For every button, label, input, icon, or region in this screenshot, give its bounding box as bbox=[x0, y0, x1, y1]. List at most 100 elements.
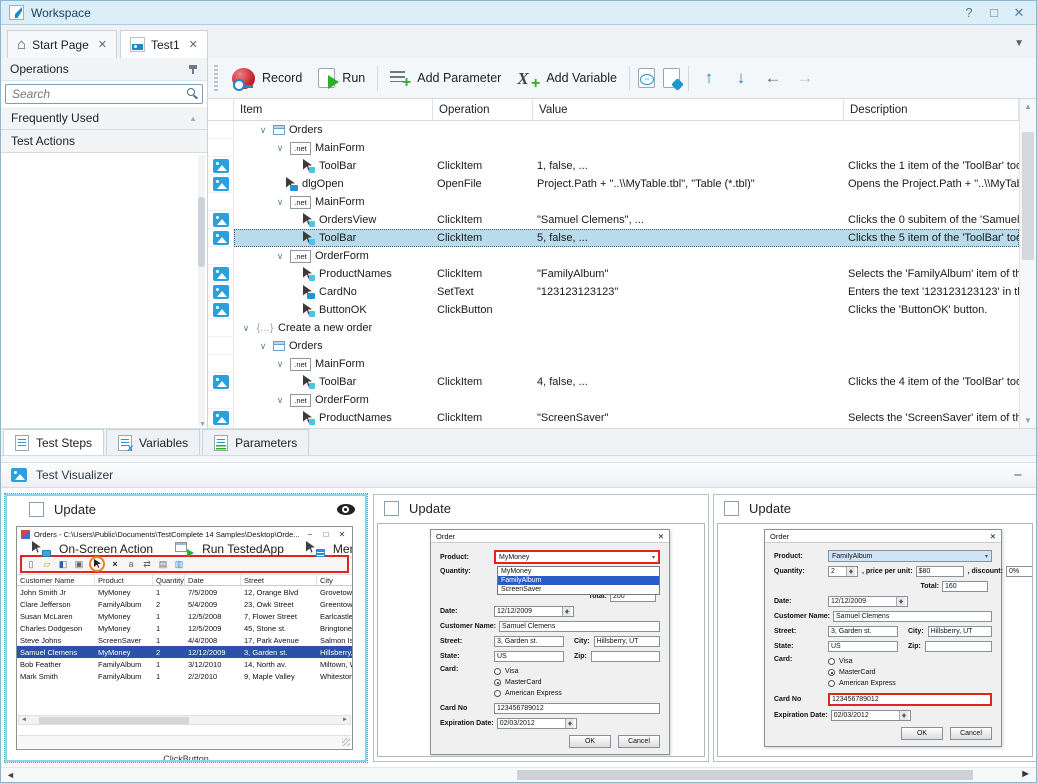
grid-row-toolbar[interactable]: ToolBarClickItem5, false, ...Clicks the … bbox=[208, 229, 1019, 247]
visualizer-image-icon[interactable] bbox=[213, 177, 229, 191]
visualizer-image-icon[interactable] bbox=[213, 285, 229, 299]
minimize-visualizer-button[interactable]: − bbox=[1010, 467, 1026, 484]
expand-arrow-icon[interactable]: ∨ bbox=[240, 323, 252, 334]
visualizer-frame-3[interactable]: Update Order✕Product:FamilyAlbum▾Quantit… bbox=[713, 494, 1037, 762]
grid-row-mainform[interactable]: ∨.netMainForm bbox=[208, 355, 1019, 373]
sidebar-item-menu-action[interactable]: Menu Action bbox=[297, 538, 353, 560]
move-up-button[interactable]: ↑ bbox=[697, 68, 721, 88]
grid-row-orders[interactable]: ∨Orders bbox=[208, 121, 1019, 139]
expand-arrow-icon[interactable]: ∨ bbox=[274, 395, 286, 406]
help-button[interactable]: ? bbox=[960, 5, 978, 20]
scroll-down-icon[interactable]: ▼ bbox=[1020, 416, 1036, 425]
grid-gutter-cell bbox=[208, 247, 234, 265]
grid-row-orderform[interactable]: ∨.netOrderForm bbox=[208, 247, 1019, 265]
tab-parameters[interactable]: Parameters bbox=[202, 429, 309, 455]
scroll-up-icon[interactable]: ▲ bbox=[1020, 102, 1036, 111]
grid-row-create-a-new-order[interactable]: ∨{…}Create a new order bbox=[208, 319, 1019, 337]
tab-test1[interactable]: Test1 ✕ bbox=[120, 30, 208, 58]
search-input[interactable] bbox=[5, 84, 203, 104]
app-table-cell: 2 bbox=[153, 648, 185, 657]
forward-button[interactable]: → bbox=[793, 68, 817, 88]
grid-row-buttonok[interactable]: ButtonOKClickButtonClicks the 'ButtonOK'… bbox=[208, 301, 1019, 319]
window-titlebar: Workspace ? □ ✕ bbox=[1, 1, 1036, 25]
app-table-cell: FamilyAlbum bbox=[95, 600, 153, 609]
radio-label: MasterCard bbox=[839, 669, 876, 676]
group-frequently-used[interactable]: Frequently Used ▲ bbox=[1, 107, 207, 130]
group-test-actions[interactable]: Test Actions bbox=[1, 130, 207, 153]
close-button[interactable]: ✕ bbox=[1010, 5, 1028, 21]
column-item[interactable]: Item bbox=[234, 99, 433, 120]
grid-row-cardno[interactable]: CardNoSetText"123123123123"Enters the te… bbox=[208, 283, 1019, 301]
grid-vertical-scrollbar[interactable]: ▲ ▼ bbox=[1019, 99, 1036, 428]
grid-row-productnames[interactable]: ProductNamesClickItem"FamilyAlbum"Select… bbox=[208, 265, 1019, 283]
visualizer-image-icon[interactable] bbox=[213, 213, 229, 227]
tab-test-steps[interactable]: Test Steps bbox=[3, 429, 104, 455]
grid-row-mainform[interactable]: ∨.netMainForm bbox=[208, 139, 1019, 157]
radio-mastercard: MasterCard bbox=[828, 667, 896, 678]
sidebar-scrollbar[interactable] bbox=[198, 155, 205, 426]
visualizer-image-icon[interactable] bbox=[213, 159, 229, 173]
grid-row-ordersview[interactable]: OrdersViewClickItem"Samuel Clemens", ...… bbox=[208, 211, 1019, 229]
scroll-right-icon[interactable]: ► bbox=[1020, 768, 1031, 780]
visualizer-frame-2[interactable]: Update Order✕Product:MyMoney▾MyMoneyFami… bbox=[373, 494, 709, 762]
dialog-field-value: 0% bbox=[1009, 568, 1019, 575]
grid-row-toolbar[interactable]: ToolBarClickItem1, false, ...Clicks the … bbox=[208, 157, 1019, 175]
column-operation[interactable]: Operation bbox=[433, 99, 533, 120]
app-table-cell: 7, Flower Street bbox=[241, 612, 317, 621]
run-button[interactable]: Run bbox=[314, 65, 369, 91]
column-description[interactable]: Description bbox=[844, 99, 1019, 120]
product-value: MyMoney bbox=[499, 554, 652, 561]
update-checkbox[interactable] bbox=[384, 501, 399, 516]
visualizer-image-icon[interactable] bbox=[213, 267, 229, 281]
close-tab-icon[interactable]: ✕ bbox=[189, 38, 198, 51]
update-checkbox[interactable] bbox=[29, 502, 44, 517]
toolbar-grip[interactable] bbox=[214, 65, 218, 91]
scroll-up-icon[interactable]: ▲ bbox=[189, 114, 197, 123]
grid-row-mainform[interactable]: ∨.netMainForm bbox=[208, 193, 1019, 211]
add-variable-button[interactable]: X Add Variable bbox=[513, 66, 621, 90]
expand-arrow-icon[interactable]: ∨ bbox=[257, 125, 269, 136]
visualizer-image-icon[interactable] bbox=[213, 231, 229, 245]
expand-arrow-icon[interactable]: ∨ bbox=[257, 341, 269, 352]
move-down-button[interactable]: ↓ bbox=[729, 68, 753, 88]
update-checkbox[interactable] bbox=[724, 501, 739, 516]
close-tab-icon[interactable]: ✕ bbox=[98, 38, 107, 51]
grid-cell-value: "FamilyAlbum" bbox=[533, 265, 844, 283]
grid-cell-operation: ClickItem bbox=[433, 409, 533, 427]
sidebar-item-label: Run TestedApp bbox=[202, 542, 284, 556]
comment-document-icon[interactable] bbox=[638, 68, 655, 88]
maximize-button[interactable]: □ bbox=[985, 5, 1003, 20]
tab-variables[interactable]: Variables bbox=[106, 429, 200, 455]
pin-icon[interactable] bbox=[188, 64, 198, 75]
visualizer-image-icon[interactable] bbox=[213, 303, 229, 317]
item-label: Orders bbox=[289, 340, 323, 352]
back-button[interactable]: ← bbox=[761, 68, 785, 88]
add-parameter-button[interactable]: Add Parameter bbox=[386, 66, 505, 90]
grid-row-productnames[interactable]: ProductNamesClickItem"ScreenSaver"Select… bbox=[208, 409, 1019, 427]
record-button[interactable]: Record bbox=[228, 65, 306, 92]
scroll-left-icon[interactable]: ◄ bbox=[6, 770, 15, 780]
sidebar-item-run-testedapp[interactable]: Run TestedApp bbox=[166, 538, 284, 560]
expand-arrow-icon[interactable]: ∨ bbox=[274, 197, 286, 208]
preview-eye-icon[interactable] bbox=[337, 504, 355, 515]
expand-arrow-icon[interactable]: ∨ bbox=[274, 251, 286, 262]
grid-row-orders[interactable]: ∨ Orders bbox=[208, 337, 1019, 355]
visualizer-image-icon[interactable] bbox=[213, 375, 229, 389]
scrollbar-thumb[interactable] bbox=[517, 770, 973, 780]
grid-row-toolbar[interactable]: ToolBarClickItem4, false, ...Clicks the … bbox=[208, 373, 1019, 391]
app-table-cell: Greentown, CA bbox=[317, 600, 352, 609]
card-no-label: Card No bbox=[440, 705, 494, 712]
scroll-down-icon[interactable]: ▼ bbox=[199, 421, 206, 428]
tab-overflow-chevron[interactable]: ▼ bbox=[1014, 38, 1024, 49]
tag-document-icon[interactable] bbox=[663, 68, 680, 88]
grid-row-orderform[interactable]: ∨.netOrderForm bbox=[208, 391, 1019, 409]
tab-start-page[interactable]: ⌂ Start Page ✕ bbox=[7, 30, 117, 58]
visualizer-hscrollbar[interactable]: ◄ ► bbox=[1, 767, 1036, 782]
scrollbar-thumb[interactable] bbox=[1022, 132, 1034, 260]
expand-arrow-icon[interactable]: ∨ bbox=[274, 359, 286, 370]
grid-row-dlgopen[interactable]: dlgOpenOpenFileProject.Path + "..\\MyTab… bbox=[208, 175, 1019, 193]
expand-arrow-icon[interactable]: ∨ bbox=[274, 143, 286, 154]
visualizer-image-icon[interactable] bbox=[213, 411, 229, 425]
visualizer-frame-1[interactable]: Update Orders - C:\Users\Public\Document… bbox=[5, 494, 367, 762]
column-value[interactable]: Value bbox=[533, 99, 844, 120]
